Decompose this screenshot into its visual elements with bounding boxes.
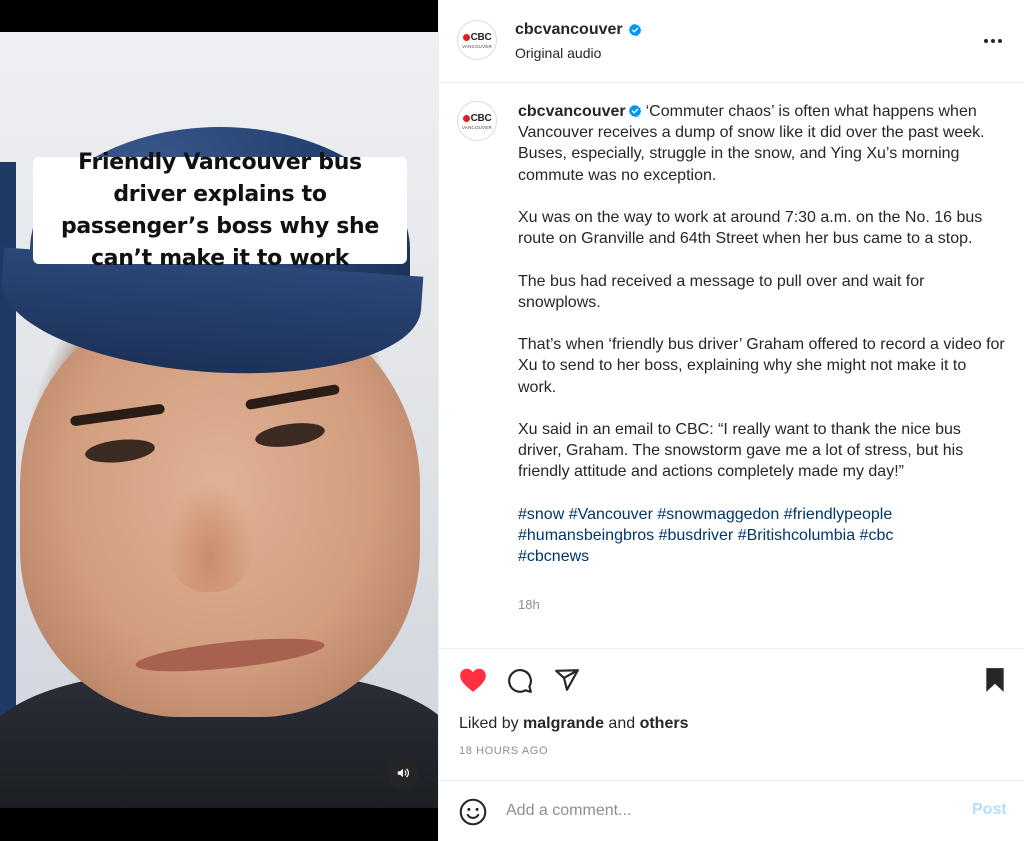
caption-paragraph: The bus had received a message to pull o… — [518, 272, 925, 311]
hashtag-link[interactable]: #humansbeingbros — [518, 527, 654, 544]
like-button[interactable] — [458, 665, 488, 695]
liked-by-others[interactable]: others — [640, 715, 689, 732]
cbc-gem-icon — [462, 114, 470, 122]
post-panel: CBC VANCOUVER cbcvancouver Original audi… — [438, 0, 1024, 841]
header-username[interactable]: cbcvancouver — [515, 21, 623, 39]
liked-by-text: Liked by malgrande and others — [459, 715, 688, 733]
more-options-button[interactable] — [981, 31, 1005, 51]
post-header: CBC VANCOUVER cbcvancouver Original audi… — [439, 0, 1024, 83]
emoji-icon[interactable] — [459, 798, 487, 826]
caption-text: cbcvancouver ‘Commuter chaos’ is often wh… — [518, 101, 1008, 567]
comment-button[interactable] — [505, 666, 535, 696]
hashtag-link[interactable]: #cbc — [860, 527, 894, 544]
avatar-brand: CBC — [470, 31, 492, 43]
verified-badge-icon — [628, 23, 641, 37]
caption-paragraph: Xu said in an email to CBC: “I really wa… — [518, 420, 964, 481]
liked-by-prefix: Liked by — [459, 715, 519, 732]
bookmark-icon — [986, 668, 1004, 692]
hashtag-link[interactable]: #snow — [518, 506, 564, 523]
more-dot-icon — [991, 39, 995, 43]
post-button[interactable]: Post — [972, 801, 1007, 819]
caption-timestamp[interactable]: 18h — [518, 597, 540, 612]
caption-username[interactable]: cbcvancouver — [518, 103, 626, 120]
liked-by-and: and — [608, 715, 636, 732]
more-dot-icon — [998, 39, 1002, 43]
original-audio-link[interactable]: Original audio — [515, 45, 601, 61]
cbc-logo: CBC — [462, 31, 492, 43]
hashtag-link[interactable]: #Britishcolumbia — [738, 527, 855, 544]
video-pane[interactable]: Friendly Vancouver bus driver explains t… — [0, 0, 438, 841]
hashtag-link[interactable]: #Vancouver — [569, 506, 653, 523]
heart-icon — [460, 668, 486, 692]
comment-bar: Post — [439, 780, 1024, 841]
verified-badge-icon — [628, 104, 641, 118]
video-overlay-title: Friendly Vancouver bus driver explains t… — [33, 150, 407, 271]
share-button[interactable] — [552, 665, 582, 695]
paper-plane-icon — [555, 669, 579, 691]
mute-button[interactable] — [387, 757, 419, 789]
hashtag-link[interactable]: #friendlypeople — [784, 506, 893, 523]
video-overlay-text: Friendly Vancouver bus driver explains t… — [60, 149, 380, 271]
hashtag-link[interactable]: #snowmaggedon — [657, 506, 779, 523]
avatar[interactable]: CBC VANCOUVER — [457, 20, 497, 60]
caption-area: CBC VANCOUVER cbcvancouver ‘Commuter chao… — [439, 84, 1024, 648]
hashtag-list: #snow #Vancouver #snowmaggedon #friendly… — [518, 504, 1008, 568]
save-button[interactable] — [980, 665, 1010, 695]
avatar-sub: VANCOUVER — [462, 124, 492, 130]
cbc-gem-icon — [462, 33, 470, 41]
cbc-logo: CBC — [462, 112, 492, 124]
comment-input[interactable] — [506, 799, 946, 823]
speaker-icon — [397, 768, 409, 778]
avatar-sub: VANCOUVER — [462, 43, 492, 49]
hashtag-link[interactable]: #busdriver — [659, 527, 734, 544]
caption-avatar[interactable]: CBC VANCOUVER — [457, 101, 497, 141]
video-nose — [165, 482, 255, 592]
comment-bubble-icon — [508, 669, 532, 693]
more-dot-icon — [984, 39, 988, 43]
caption-paragraph: cbcvancouver ‘Commuter chaos’ is often wh… — [518, 101, 1008, 186]
caption-paragraph: That’s when ‘friendly bus driver’ Graham… — [518, 336, 1005, 396]
liked-by-user[interactable]: malgrande — [523, 715, 604, 732]
action-bar: Liked by malgrande and others 18 HOURS A… — [439, 648, 1024, 780]
post-time-ago[interactable]: 18 HOURS AGO — [459, 745, 548, 757]
caption-paragraph: Xu was on the way to work at around 7:30… — [518, 209, 983, 248]
header-username-row: cbcvancouver — [515, 21, 642, 39]
hashtag-link[interactable]: #cbcnews — [518, 548, 589, 565]
avatar-brand: CBC — [470, 112, 492, 124]
